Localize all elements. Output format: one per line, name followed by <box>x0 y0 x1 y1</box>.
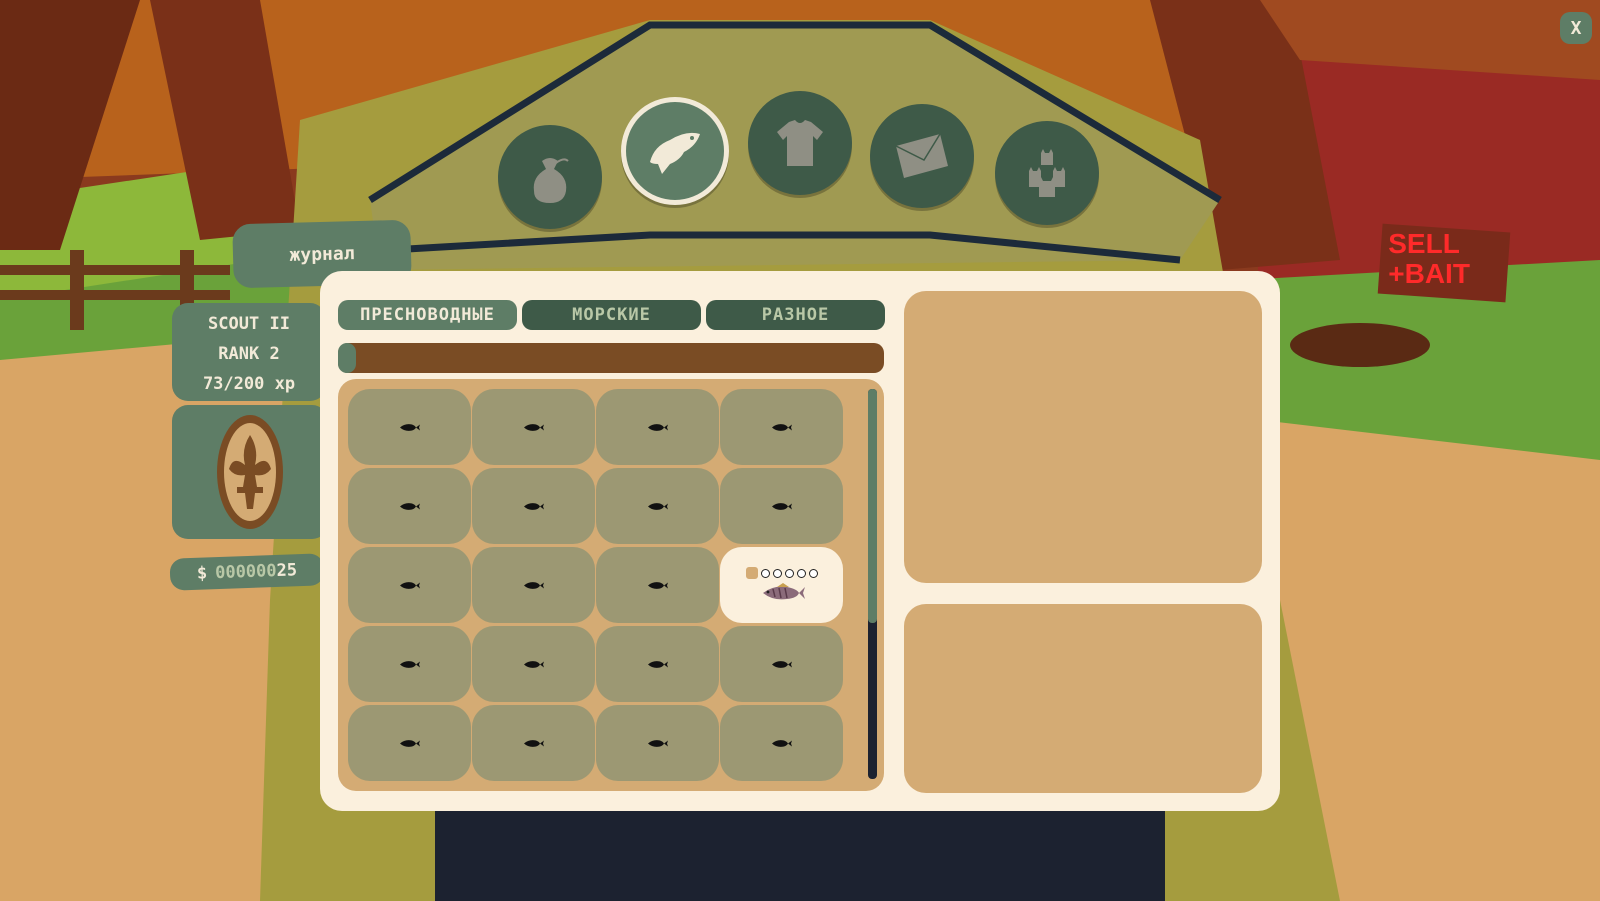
tab-sea-label: МОРСКИЕ <box>572 305 651 325</box>
fish-slot[interactable] <box>720 705 843 781</box>
fish-slot[interactable] <box>472 705 595 781</box>
fish-slot[interactable] <box>348 389 471 465</box>
rating-star-icon <box>796 568 806 578</box>
tab-misc[interactable]: РАЗНОЕ <box>706 300 885 330</box>
sign-text: SELL +BAIT <box>1388 227 1470 289</box>
rating-star-icon <box>772 568 782 578</box>
player-name: SCOUT II <box>208 314 290 334</box>
fleur-de-lis-icon <box>217 415 283 529</box>
fish-slot[interactable] <box>720 626 843 702</box>
fish-silhouette-icon <box>523 502 544 510</box>
fish-slot[interactable] <box>348 626 471 702</box>
fish-silhouette-icon <box>647 581 668 589</box>
fish-slot[interactable] <box>472 468 595 544</box>
fish-silhouette-icon <box>771 423 792 431</box>
money-prefix: $ <box>196 563 208 584</box>
tab-cats[interactable] <box>995 121 1099 225</box>
fish-grid[interactable] <box>338 379 884 791</box>
scrollbar-thumb[interactable] <box>868 389 877 623</box>
fish-slot-caught[interactable] <box>720 547 843 623</box>
fish-slot[interactable] <box>472 626 595 702</box>
tab-clothing[interactable] <box>748 91 852 195</box>
fish-silhouette-icon <box>523 660 544 668</box>
rank-badge-card <box>172 405 328 539</box>
tab-misc-label: РАЗНОЕ <box>761 305 830 325</box>
fish-silhouette-icon <box>399 502 420 510</box>
fish-rating <box>745 567 818 579</box>
rating-star-icon <box>760 568 770 578</box>
fish-slot[interactable] <box>348 547 471 623</box>
money-display: $ 000000 25 <box>169 553 325 591</box>
perch-fish-icon <box>762 583 805 600</box>
money-value: 25 <box>276 560 298 581</box>
tab-fish[interactable] <box>621 97 729 205</box>
fish-description-panel <box>904 604 1262 793</box>
money-zeros: 000000 <box>214 560 277 584</box>
fish-icon <box>650 132 700 174</box>
fish-silhouette-icon <box>647 739 668 747</box>
fish-silhouette-icon <box>399 739 420 747</box>
fish-silhouette-icon <box>399 660 420 668</box>
fish-silhouette-icon <box>523 581 544 589</box>
rating-star-icon <box>808 568 818 578</box>
journal-label: журнал <box>289 242 355 266</box>
fish-detail-panel <box>904 291 1262 583</box>
bag-icon <box>533 158 569 203</box>
journal-panel: ПРЕСНОВОДНЫЕ МОРСКИЕ РАЗНОЕ <box>320 271 1280 811</box>
fish-slot[interactable] <box>720 389 843 465</box>
collection-progress-bar <box>338 343 884 373</box>
cats-icon <box>1029 149 1065 197</box>
fish-slot[interactable] <box>720 468 843 544</box>
fish-silhouette-icon <box>399 581 420 589</box>
mail-icon <box>895 133 948 178</box>
sign-line-1: SELL <box>1388 227 1460 259</box>
player-rank: RANK 2 <box>218 344 280 364</box>
close-button[interactable]: X <box>1560 12 1592 44</box>
tab-mail[interactable] <box>870 104 974 208</box>
fish-silhouette-icon <box>771 739 792 747</box>
fish-slot[interactable] <box>348 705 471 781</box>
rating-star-icon <box>784 568 794 578</box>
sell-bait-sign: SELL +BAIT <box>1377 223 1511 303</box>
tab-sea[interactable]: МОРСКИЕ <box>522 300 701 330</box>
fish-slot[interactable] <box>596 705 719 781</box>
fish-silhouette-icon <box>771 660 792 668</box>
fish-silhouette-icon <box>647 423 668 431</box>
fish-slot[interactable] <box>596 468 719 544</box>
rating-star-icon <box>745 567 758 579</box>
fish-silhouette-icon <box>771 502 792 510</box>
fish-grid-scrollbar[interactable] <box>868 389 877 779</box>
fish-slot[interactable] <box>596 626 719 702</box>
fish-slot[interactable] <box>348 468 471 544</box>
tab-freshwater[interactable]: ПРЕСНОВОДНЫЕ <box>338 300 517 330</box>
fish-slot[interactable] <box>472 389 595 465</box>
fish-silhouette-icon <box>523 739 544 747</box>
fish-silhouette-icon <box>647 502 668 510</box>
fish-silhouette-icon <box>399 423 420 431</box>
fish-silhouette-icon <box>523 423 544 431</box>
close-label: X <box>1570 17 1582 39</box>
collection-progress-fill <box>338 343 356 373</box>
tab-freshwater-label: ПРЕСНОВОДНЫЕ <box>360 305 495 325</box>
tab-bag[interactable] <box>498 125 602 229</box>
fish-slot[interactable] <box>596 389 719 465</box>
fish-slot[interactable] <box>472 547 595 623</box>
fish-slot[interactable] <box>596 547 719 623</box>
sign-line-2: +BAIT <box>1388 257 1470 289</box>
shirt-icon <box>777 120 823 166</box>
fish-silhouette-icon <box>647 660 668 668</box>
player-card: SCOUT II RANK 2 73/200 xp <box>172 303 326 401</box>
player-xp: 73/200 xp <box>202 374 296 394</box>
